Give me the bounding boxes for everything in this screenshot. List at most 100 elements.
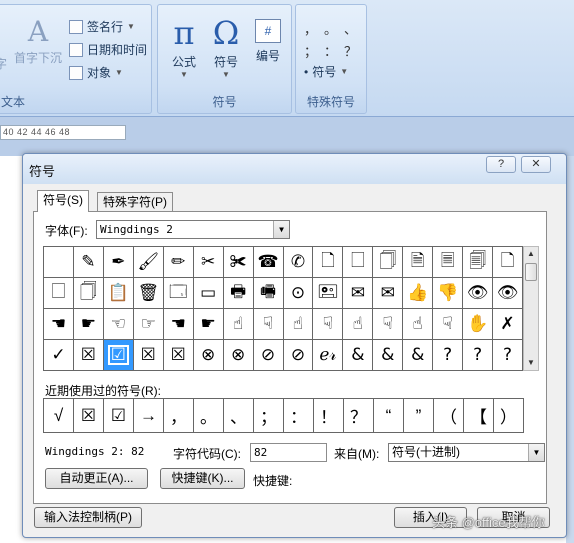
equation-button[interactable]: π 公式 ▼ [164, 13, 204, 79]
symbol-cell[interactable]: ☚ [44, 309, 74, 340]
symbol-grid-scrollbar[interactable]: ▲ ▼ [523, 246, 539, 371]
special-symbol-button[interactable]: • 符号 ▼ [304, 63, 348, 80]
symbol-cell[interactable]: ⊗ [223, 340, 254, 371]
symbol-cell[interactable]: ☝ [283, 309, 314, 340]
scroll-down-icon[interactable]: ▼ [524, 356, 538, 370]
document-page[interactable] [0, 156, 24, 543]
font-select[interactable]: Wingdings 2 ▼ [96, 220, 290, 239]
symbol-cell[interactable]: 🗋 [313, 247, 344, 278]
symbol-cell[interactable]: ✉ [373, 278, 404, 309]
symbol-cell[interactable]: ☟ [373, 309, 404, 340]
scroll-up-icon[interactable]: ▲ [524, 247, 538, 261]
from-select[interactable]: 符号(十进制) ▼ [388, 443, 545, 462]
symbol-cell[interactable]: ☒ [163, 340, 194, 371]
symbol-cell[interactable]: 🗋 [493, 247, 523, 278]
symbol-cell[interactable]: & [403, 340, 434, 371]
special-semicolon[interactable]: ； [304, 41, 317, 60]
dialog-titlebar[interactable]: 符号 ? ✕ [23, 154, 566, 184]
symbol-cell[interactable]: ✓ [44, 340, 74, 371]
symbol-cell[interactable]: ☎ [253, 247, 284, 278]
symbol-cell[interactable]: 🖶 [223, 278, 254, 309]
scrollbar-thumb[interactable] [525, 263, 537, 281]
symbol-cell[interactable]: ☝ [223, 309, 254, 340]
symbol-cell[interactable]: ✒ [103, 247, 134, 278]
tab-symbols[interactable]: 符号(S) [37, 190, 89, 212]
special-pause[interactable]: 、 [344, 19, 357, 38]
recent-symbol-cell[interactable]: “ [374, 399, 404, 433]
symbol-cell[interactable]: 🗍 [373, 247, 404, 278]
symbol-cell[interactable]: ☒ [73, 340, 104, 371]
symbol-cell[interactable]: 👁 [493, 278, 523, 309]
recent-symbol-cell[interactable]: ☒ [74, 399, 104, 433]
signature-line-button[interactable]: 签名行 ▼ [69, 18, 135, 35]
drop-cap-button[interactable]: A 首字下沉 [11, 15, 65, 66]
recent-symbol-cell[interactable]: ： [284, 399, 314, 433]
symbol-cell[interactable]: ✀ [223, 247, 254, 278]
recent-symbol-cell[interactable]: ” [404, 399, 434, 433]
symbol-cell[interactable]: 🗎 [403, 247, 434, 278]
symbol-cell[interactable]: ? [463, 340, 494, 371]
symbol-cell[interactable]: 🗌 [44, 278, 74, 309]
symbol-cell[interactable]: ☟ [433, 309, 464, 340]
char-code-input[interactable]: 82 [250, 443, 327, 462]
recent-symbol-cell[interactable]: → [134, 399, 164, 433]
symbol-cell[interactable]: ⊘ [253, 340, 284, 371]
recent-symbol-cell[interactable]: （ [434, 399, 464, 433]
ruler[interactable]: 40 42 44 46 48 [0, 125, 126, 140]
symbol-cell[interactable]: ☛ [73, 309, 104, 340]
symbol-cell[interactable]: ⊘ [283, 340, 314, 371]
symbol-cell[interactable]: 🖌 [133, 247, 164, 278]
symbol-cell[interactable]: 👍 [403, 278, 434, 309]
symbol-cell[interactable]: ☟ [253, 309, 284, 340]
recent-symbol-cell[interactable]: ☑ [104, 399, 134, 433]
symbol-cell[interactable]: ☞ [133, 309, 164, 340]
symbol-cell[interactable]: ✎ [73, 247, 104, 278]
symbol-cell[interactable]: ✗ [493, 309, 523, 340]
recent-symbol-cell[interactable]: ） [494, 399, 524, 433]
symbol-cell[interactable]: ☝ [403, 309, 434, 340]
symbol-cell[interactable]: 🗐 [463, 247, 494, 278]
recent-symbol-cell[interactable]: ， [164, 399, 194, 433]
autocorrect-button[interactable]: 自动更正(A)... [45, 468, 148, 489]
symbol-cell[interactable]: & [343, 340, 374, 371]
symbol-cell[interactable]: 👁 [463, 278, 494, 309]
recent-symbol-cell[interactable]: 、 [224, 399, 254, 433]
close-button[interactable]: ✕ [521, 156, 551, 173]
symbol-cell[interactable]: ✆ [283, 247, 314, 278]
symbol-cell[interactable]: ☚ [163, 309, 194, 340]
symbol-cell[interactable]: 👎 [433, 278, 464, 309]
symbol-cell[interactable]: ☒ [133, 340, 164, 371]
symbol-cell[interactable]: ✋ [463, 309, 494, 340]
object-button[interactable]: 对象 ▼ [69, 64, 123, 81]
symbol-cell[interactable]: ℯ𝓇 [313, 340, 344, 371]
shortcut-key-button[interactable]: 快捷键(K)... [160, 468, 245, 489]
symbol-cell[interactable]: 🗍 [73, 278, 104, 309]
symbol-cell[interactable]: 📋 [103, 278, 134, 309]
special-period[interactable]: 。 [324, 19, 337, 38]
date-time-button[interactable]: 日期和时间 [69, 41, 147, 58]
symbol-cell[interactable]: 🗔 [163, 278, 194, 309]
special-question[interactable]: ？ [344, 41, 357, 60]
symbol-cell[interactable]: ☛ [193, 309, 224, 340]
recent-symbol-cell[interactable]: 【 [464, 399, 494, 433]
recent-symbol-cell[interactable]: ； [254, 399, 284, 433]
symbol-cell[interactable]: ☜ [103, 309, 134, 340]
symbol-cell[interactable]: ✏ [163, 247, 194, 278]
symbol-cell[interactable]: 🗑 [133, 278, 164, 309]
ime-control-button[interactable]: 输入法控制柄(P) [34, 507, 142, 528]
symbol-cell[interactable]: ☟ [313, 309, 344, 340]
symbol-cell[interactable] [44, 247, 74, 278]
special-colon[interactable]: ： [324, 41, 337, 60]
symbol-cell[interactable]: 🗌 [343, 247, 374, 278]
symbol-cell[interactable]: ⊗ [193, 340, 224, 371]
symbol-cell[interactable]: ▭ [193, 278, 224, 309]
recent-symbol-cell[interactable]: ！ [314, 399, 344, 433]
symbol-cell[interactable]: & [373, 340, 404, 371]
symbol-cell-selected[interactable]: ☑ [103, 340, 134, 371]
symbol-button[interactable]: Ω 符号 ▼ [206, 13, 246, 79]
recent-symbol-cell[interactable]: 。 [194, 399, 224, 433]
symbol-cell[interactable]: 🖭 [313, 278, 344, 309]
symbol-cell[interactable]: 🖷 [253, 278, 284, 309]
special-comma[interactable]: ， [304, 19, 317, 38]
symbol-cell[interactable]: ✂ [193, 247, 224, 278]
